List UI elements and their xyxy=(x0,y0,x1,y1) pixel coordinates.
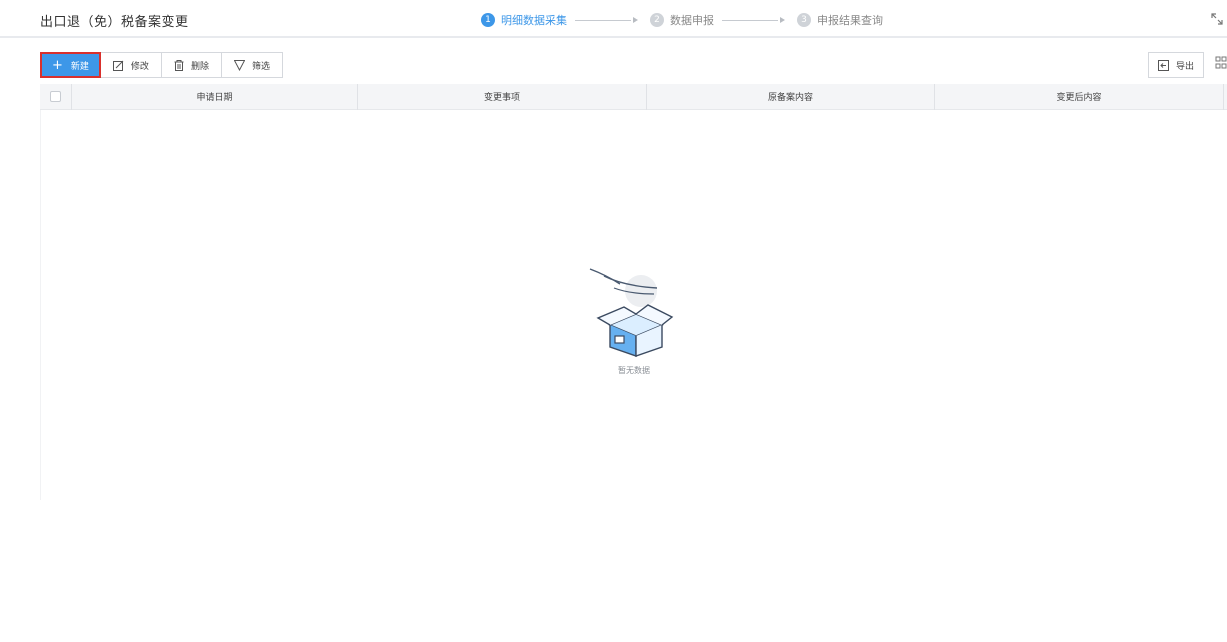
delete-button[interactable]: 删除 xyxy=(160,52,222,78)
step-1-label: 明细数据采集 xyxy=(501,14,567,27)
delete-button-label: 删除 xyxy=(190,61,209,72)
plus-icon: + xyxy=(52,57,63,73)
table-header: 申请日期 变更事项 原备案内容 变更后内容 xyxy=(40,83,1227,110)
step-connector xyxy=(575,19,631,21)
edit-icon xyxy=(112,60,124,71)
step-2-label: 数据申报 xyxy=(670,14,714,27)
arrow-right-icon xyxy=(780,17,785,23)
export-button-label: 导出 xyxy=(1176,61,1195,72)
column-header-apply-date[interactable]: 申请日期 xyxy=(72,83,358,110)
top-bar: 出口退（免）税备案变更 1 明细数据采集 2 数据申报 3 申报结果查询 xyxy=(0,0,1227,38)
empty-box-icon xyxy=(589,268,674,357)
table-border xyxy=(40,110,41,500)
column-header-new-content[interactable]: 变更后内容 xyxy=(935,83,1224,110)
fullscreen-icon[interactable] xyxy=(1211,13,1223,25)
page-title: 出口退（免）税备案变更 xyxy=(40,15,189,30)
select-all-checkbox[interactable] xyxy=(50,91,61,102)
step-2[interactable]: 2 数据申报 xyxy=(650,12,714,28)
select-all-cell xyxy=(40,83,72,110)
filter-button-label: 筛选 xyxy=(251,61,270,72)
edit-button-label: 修改 xyxy=(130,61,149,72)
export-icon xyxy=(1158,59,1169,71)
column-header-original-content[interactable]: 原备案内容 xyxy=(647,83,935,110)
filter-icon xyxy=(233,59,245,71)
trash-icon xyxy=(174,59,184,71)
filter-button[interactable]: 筛选 xyxy=(220,52,283,78)
step-3-number: 3 xyxy=(797,13,811,27)
step-3-label: 申报结果查询 xyxy=(817,14,883,27)
export-button[interactable]: 导出 xyxy=(1148,52,1205,78)
toolbar: + 新建 修改 删除 筛选 xyxy=(40,52,283,78)
column-header-change-item[interactable]: 变更事项 xyxy=(358,83,647,110)
step-2-number: 2 xyxy=(650,13,664,27)
step-1[interactable]: 1 明细数据采集 xyxy=(481,12,567,28)
empty-state-text: 暂无数据 xyxy=(618,366,650,375)
edit-button[interactable]: 修改 xyxy=(99,52,162,78)
step-progress: 1 明细数据采集 2 数据申报 3 申报结果查询 xyxy=(481,10,883,30)
step-3[interactable]: 3 申报结果查询 xyxy=(797,12,883,28)
column-settings-icon[interactable] xyxy=(1215,56,1227,72)
step-1-number: 1 xyxy=(481,13,495,27)
new-button-label: 新建 xyxy=(70,61,89,72)
arrow-right-icon xyxy=(633,17,638,23)
new-button[interactable]: + 新建 xyxy=(40,52,101,78)
empty-state: 暂无数据 xyxy=(584,264,684,384)
step-connector xyxy=(722,19,778,21)
